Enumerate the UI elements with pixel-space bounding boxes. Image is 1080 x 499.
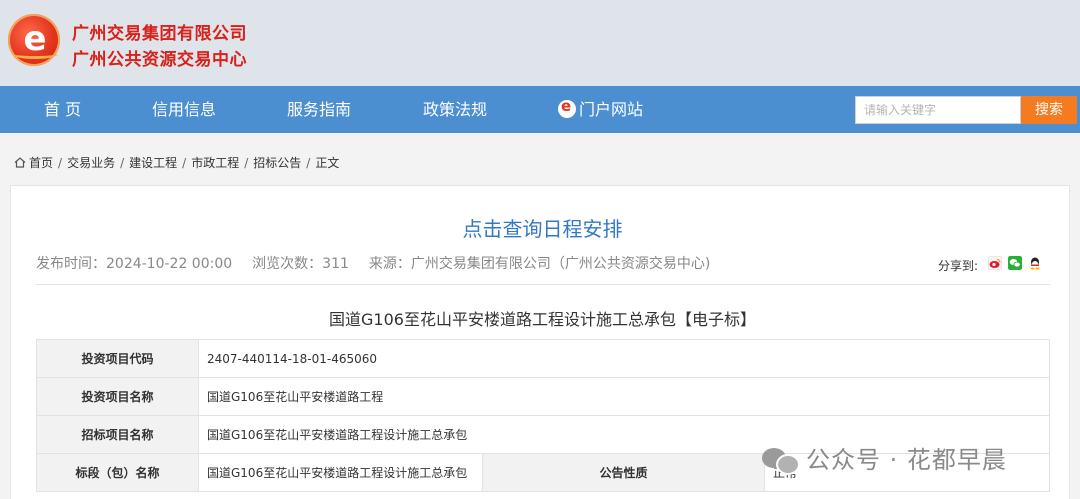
table-row: 投资项目代码 2407-440114-18-01-465060 [36,339,1050,378]
breadcrumb-trading[interactable]: 交易业务 [67,156,115,170]
breadcrumb-construction[interactable]: 建设工程 [129,156,177,170]
wechat-watermark-icon [762,446,800,475]
breadcrumb-tender-notice[interactable]: 招标公告 [253,156,301,170]
search-button[interactable]: 搜索 [1021,96,1077,124]
nav-portal-label: 门户网站 [579,100,644,119]
watermark-text: 公众号 · 花都早晨 [806,446,1007,474]
article-meta: 发布时间：2024-10-22 00:00 浏览次数：311 来源：广州交易集团有限… [36,253,730,273]
view-count: 浏览次数：311 [252,256,349,272]
nav-portal[interactable]: 门户网站 [558,86,643,133]
breadcrumb-current: 正文 [315,156,340,170]
portal-e-icon [558,95,576,118]
breadcrumb-separator: / [58,156,63,170]
org-name-secondary: 广州公共资源交易中心 [72,50,247,70]
nav-home[interactable]: 首 页 [44,86,81,133]
row-label-secondary: 公告性质 [482,453,765,492]
nav-policy[interactable]: 政策法规 [423,86,487,133]
schedule-link[interactable]: 点击查询日程安排 [0,213,1080,242]
row-value: 2407-440114-18-01-465060 [198,339,1050,378]
nav-credit-info[interactable]: 信用信息 [152,86,216,133]
publish-time: 发布时间：2024-10-22 00:00 [36,256,233,272]
table-row: 投资项目名称 国道G106至花山平安楼道路工程 [36,377,1050,416]
search-input[interactable] [855,96,1021,124]
breadcrumb-separator: / [306,156,311,170]
share-label: 分享到: [938,259,979,273]
logo-icon[interactable]: e [8,14,60,66]
breadcrumb-separator: / [244,156,249,170]
home-icon [14,157,26,168]
site-header: e 广州交易集团有限公司 广州公共资源交易中心 [0,0,1080,86]
breadcrumb-municipal[interactable]: 市政工程 [191,156,239,170]
breadcrumb-separator: / [120,156,125,170]
row-value: 国道G106至花山平安楼道路工程 [198,377,1050,416]
breadcrumb-home[interactable]: 首页 [29,156,53,170]
org-name-primary: 广州交易集团有限公司 [72,24,247,44]
row-label: 投资项目代码 [36,339,199,378]
nav-service-guide[interactable]: 服务指南 [287,86,351,133]
weibo-icon[interactable] [988,256,1002,270]
logo-swoosh [12,49,58,59]
row-label: 标段（包）名称 [36,453,199,492]
watermark: 公众号 · 花都早晨 [762,440,1007,475]
breadcrumb-separator: / [182,156,187,170]
row-label: 招标项目名称 [36,415,199,454]
article-source: 来源：广州交易集团有限公司（广州公共资源交易中心) [368,256,711,272]
document-title: 国道G106至花山平安楼道路工程设计施工总承包【电子标】 [329,310,756,329]
row-label: 投资项目名称 [36,377,199,416]
qq-icon[interactable] [1028,256,1042,270]
meta-divider [36,284,1050,285]
breadcrumb: 首页 / 交易业务 / 建设工程 / 市政工程 / 招标公告 / 正文 [14,154,339,171]
wechat-icon[interactable] [1008,256,1022,270]
row-value: 国道G106至花山平安楼道路工程设计施工总承包 [198,453,483,492]
